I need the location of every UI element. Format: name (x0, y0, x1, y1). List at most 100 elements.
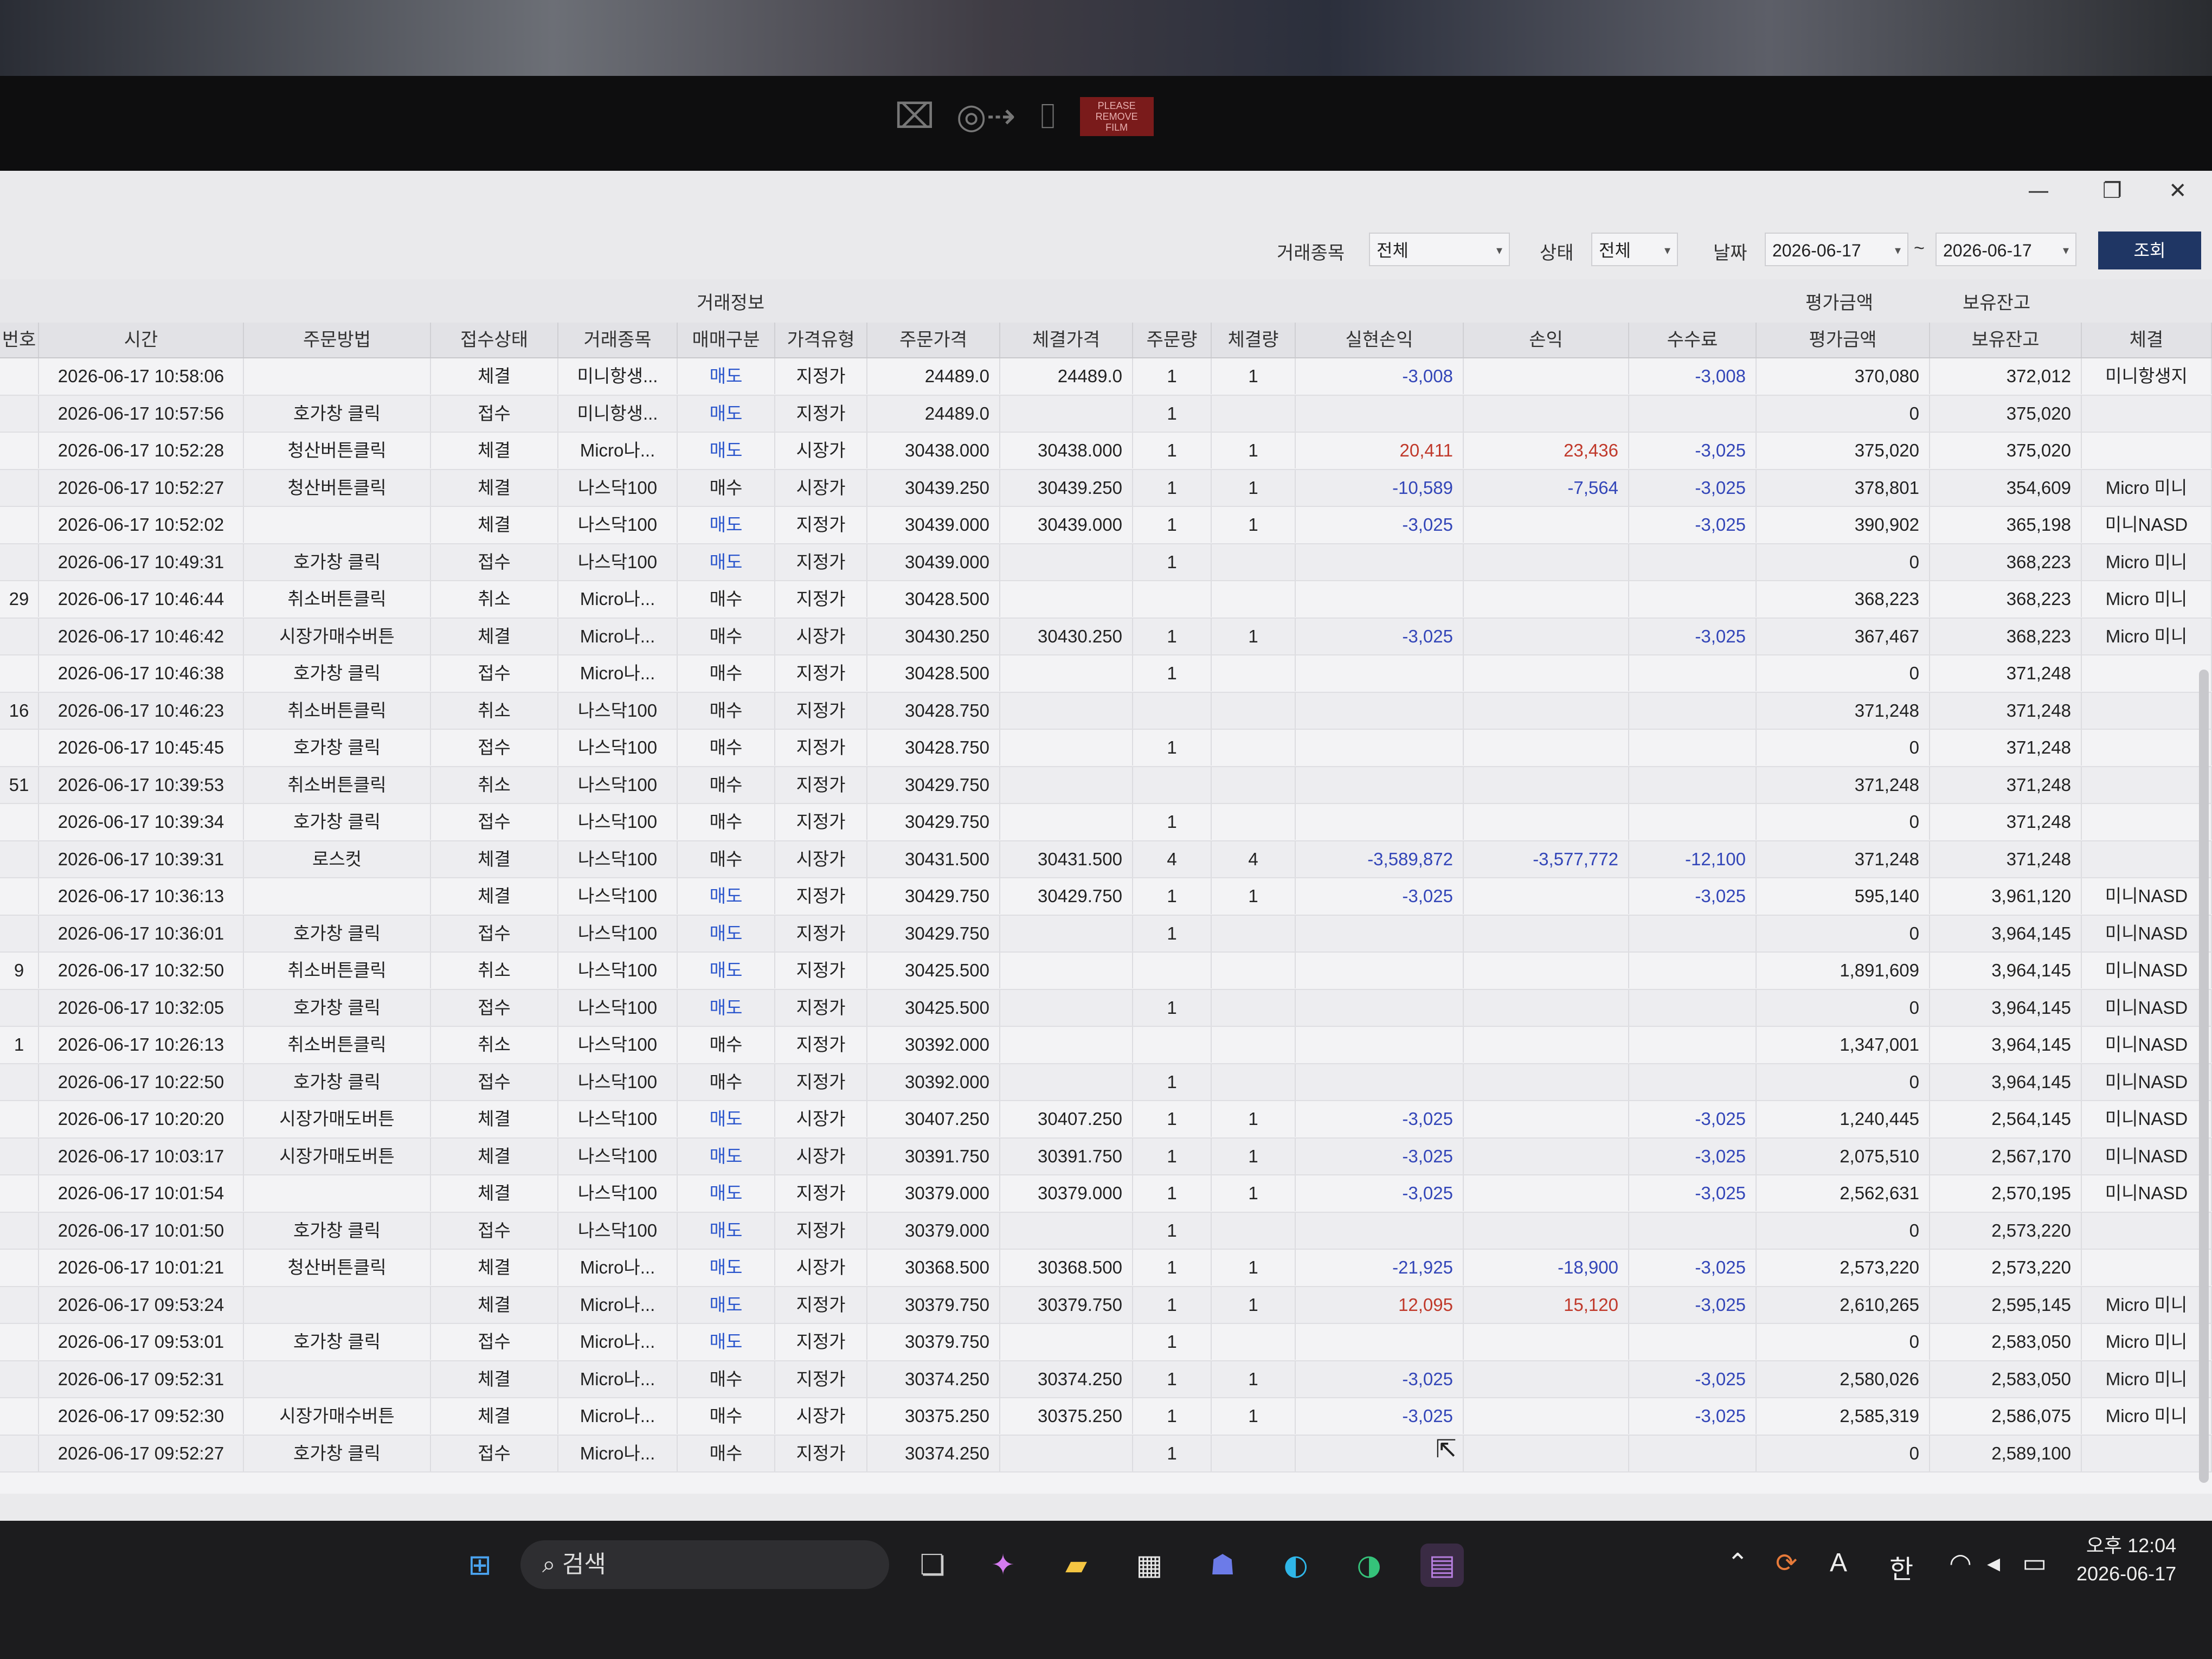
store-icon[interactable]: ▦ (1128, 1544, 1171, 1587)
cell-fill-qty (1212, 1324, 1296, 1360)
cell-realized-pnl (1296, 395, 1464, 432)
cell-eval-amount: 0 (1757, 1324, 1930, 1360)
chevron-up-icon[interactable]: ⌃ (1727, 1548, 1748, 1578)
ime-mode-a[interactable]: A (1830, 1548, 1847, 1578)
cell-side: 매도 (678, 358, 775, 394)
table-row[interactable]: 2026-06-17 10:01:21 청산버튼클릭 체결 Micro나... 매도 시장… (0, 1250, 2212, 1287)
table-row[interactable]: 2026-06-17 10:52:02 체결 나스닥100 매도 지정가 30439.00… (0, 507, 2212, 544)
cell-price-type: 지정가 (775, 1324, 867, 1360)
restore-icon[interactable]: ❐ (2102, 178, 2122, 203)
table-row[interactable]: 51 2026-06-17 10:39:53 취소버튼클릭 취소 나스닥100 매수 지정가… (0, 767, 2212, 804)
table-row[interactable]: 2026-06-17 10:01:54 체결 나스닥100 매도 지정가 30379.00… (0, 1175, 2212, 1213)
table-row[interactable]: 2026-06-17 10:52:28 청산버튼클릭 체결 Micro나... 매도 시장… (0, 433, 2212, 470)
col-header-status[interactable]: 접수상태 (431, 323, 558, 357)
cell-pnl (1464, 1101, 1629, 1137)
col-header-realized-pnl[interactable]: 실현손익 (1296, 323, 1464, 357)
cell-fill-qty (1212, 544, 1296, 580)
col-header-order-price[interactable]: 주문가격 (867, 323, 1000, 357)
col-header-fill-price[interactable]: 체결가격 (1000, 323, 1133, 357)
col-header-time[interactable]: 시간 (39, 323, 244, 357)
col-header-order-method[interactable]: 주문방법 (244, 323, 431, 357)
cell-instrument: Micro나... (558, 1435, 678, 1471)
volume-icon[interactable]: ◂ (1987, 1548, 2000, 1578)
cell-time: 2026-06-17 10:01:21 (39, 1250, 244, 1285)
table-row[interactable]: 2026-06-17 10:52:27 청산버튼클릭 체결 나스닥100 매수 시장가 30… (0, 470, 2212, 507)
table-row[interactable]: 2026-06-17 09:53:24 체결 Micro나... 매도 지정가 30379… (0, 1287, 2212, 1324)
cell-fill-qty: 1 (1212, 433, 1296, 468)
table-row[interactable]: 2026-06-17 10:46:38 호가창 클릭 접수 Micro나... 매수 지정… (0, 655, 2212, 693)
table-row[interactable]: 1 2026-06-17 10:26:13 취소버튼클릭 취소 나스닥100 매수 지정가 3… (0, 1027, 2212, 1064)
col-header-order-qty[interactable]: 주문량 (1133, 323, 1212, 357)
table-row[interactable]: 2026-06-17 10:46:42 시장가매수버튼 체결 Micro나... 매수 시… (0, 618, 2212, 655)
table-row[interactable]: 2026-06-17 10:57:56 호가창 클릭 접수 미니항생... 매도 지정가 2… (0, 395, 2212, 433)
trading-app-icon[interactable]: ▤ (1420, 1544, 1464, 1587)
table-row[interactable]: 2026-06-17 10:36:01 호가창 클릭 접수 나스닥100 매도 지정가 30… (0, 915, 2212, 953)
col-header-side[interactable]: 매매구분 (678, 323, 775, 357)
table-row[interactable]: 2026-06-17 10:36:13 체결 나스닥100 매도 지정가 30429.75… (0, 878, 2212, 916)
date-from-picker[interactable]: 2026-06-17 ▾ (1765, 233, 1908, 266)
table-row[interactable]: 9 2026-06-17 10:32:50 취소버튼클릭 취소 나스닥100 매도 지정가 3… (0, 953, 2212, 990)
wifi-icon[interactable]: ◠ (1949, 1548, 1972, 1578)
col-header-fill-instrument[interactable]: 체결 (2082, 323, 2212, 357)
table-row[interactable]: 2026-06-17 10:20:20 시장가매도버튼 체결 나스닥100 매도 시장가 3… (0, 1101, 2212, 1139)
cell-status: 취소 (431, 581, 558, 617)
vertical-scrollbar[interactable] (2199, 670, 2209, 1483)
table-row[interactable]: 29 2026-06-17 10:46:44 취소버튼클릭 취소 Micro나... 매수… (0, 581, 2212, 619)
col-header-pnl[interactable]: 손익 (1464, 323, 1629, 357)
cell-price-type: 지정가 (775, 989, 867, 1026)
cell-fill-instrument: 미니NASD (2082, 953, 2212, 988)
app-icon[interactable]: ◑ (1347, 1544, 1391, 1587)
cell-time: 2026-06-17 09:52:31 (39, 1361, 244, 1397)
table-row[interactable]: 2026-06-17 09:52:31 체결 Micro나... 매수 지정가 30374… (0, 1361, 2212, 1398)
sync-icon[interactable]: ⟳ (1776, 1548, 1797, 1578)
search-button[interactable]: 조회 (2098, 232, 2201, 269)
table-row[interactable]: 2026-06-17 09:52:27 호가창 클릭 접수 Micro나... 매수 지정… (0, 1435, 2212, 1472)
teams-icon[interactable]: ☗ (1201, 1544, 1244, 1587)
table-row[interactable]: 2026-06-17 09:53:01 호가창 클릭 접수 Micro나... 매도 지정… (0, 1324, 2212, 1361)
cell-holding-balance: 371,248 (1930, 767, 2082, 803)
ime-mode-han[interactable]: 한 (1889, 1548, 1913, 1586)
instrument-select[interactable]: 전체 ▾ (1369, 233, 1510, 266)
cell-realized-pnl (1296, 953, 1464, 988)
battery-icon[interactable]: ▭ (2022, 1548, 2047, 1578)
table-row[interactable]: 2026-06-17 10:45:45 호가창 클릭 접수 나스닥100 매수 지정가 30… (0, 730, 2212, 767)
file-explorer-icon[interactable]: ▰ (1054, 1544, 1098, 1587)
windows-start-icon[interactable]: ⊞ (458, 1544, 501, 1587)
task-view-icon[interactable]: ❏ (911, 1544, 954, 1587)
cell-fill-price (1000, 767, 1133, 803)
table-row[interactable]: 2026-06-17 10:58:06 체결 미니항생... 매도 지정가 24489.0… (0, 358, 2212, 396)
table-row[interactable]: 2026-06-17 10:03:17 시장가매도버튼 체결 나스닥100 매도 시장가 3… (0, 1138, 2212, 1175)
col-header-instrument[interactable]: 거래종목 (558, 323, 678, 357)
col-header-eval-amount[interactable]: 평가금액 (1757, 323, 1930, 357)
date-to-picker[interactable]: 2026-06-17 ▾ (1935, 233, 2076, 266)
col-header-holding-balance[interactable]: 보유잔고 (1930, 323, 2082, 357)
col-header-order-no[interactable]: 번호 (0, 323, 39, 357)
cell-order-qty (1133, 692, 1212, 729)
table-row[interactable]: 2026-06-17 10:01:50 호가창 클릭 접수 나스닥100 매도 지정가 30… (0, 1212, 2212, 1250)
table-row[interactable]: 2026-06-17 10:39:31 로스컷 체결 나스닥100 매수 시장가 30431… (0, 841, 2212, 878)
status-select[interactable]: 전체 ▾ (1591, 233, 1678, 266)
cell-pnl (1464, 767, 1629, 803)
copilot-icon[interactable]: ✦ (981, 1544, 1025, 1587)
col-header-price-type[interactable]: 가격유형 (775, 323, 867, 357)
table-row[interactable]: 2026-06-17 10:22:50 호가창 클릭 접수 나스닥100 매수 지정가 30… (0, 1064, 2212, 1101)
camera-icon: ⌷ (1037, 97, 1058, 137)
table-row[interactable]: 2026-06-17 09:52:30 시장가매수버튼 체결 Micro나... 매수 시… (0, 1398, 2212, 1436)
cell-side: 매도 (678, 1175, 775, 1211)
table-row[interactable]: 2026-06-17 10:49:31 호가창 클릭 접수 나스닥100 매도 지정가 30… (0, 544, 2212, 581)
col-header-fee[interactable]: 수수료 (1629, 323, 1757, 357)
cell-order-qty: 1 (1133, 1361, 1212, 1397)
taskbar-search[interactable]: ⌕ 검색 (520, 1540, 889, 1589)
close-icon[interactable]: ✕ (2169, 178, 2187, 203)
edge-browser-icon[interactable]: ◐ (1274, 1544, 1317, 1587)
col-header-fill-qty[interactable]: 체결량 (1212, 323, 1296, 357)
cell-time: 2026-06-17 10:39:53 (39, 767, 244, 803)
table-row[interactable]: 16 2026-06-17 10:46:23 취소버튼클릭 취소 나스닥100 매수 지정가… (0, 692, 2212, 730)
cell-instrument: 나스닥100 (558, 1027, 678, 1063)
table-row[interactable]: 2026-06-17 10:32:05 호가창 클릭 접수 나스닥100 매도 지정가 30… (0, 989, 2212, 1027)
cell-order-no (0, 1175, 39, 1211)
cell-pnl (1464, 953, 1629, 988)
clock[interactable]: 오후 12:04 2026-06-17 (2076, 1532, 2176, 1588)
minimize-icon[interactable]: — (2028, 178, 2049, 203)
table-row[interactable]: 2026-06-17 10:39:34 호가창 클릭 접수 나스닥100 매수 지정가 30… (0, 804, 2212, 841)
